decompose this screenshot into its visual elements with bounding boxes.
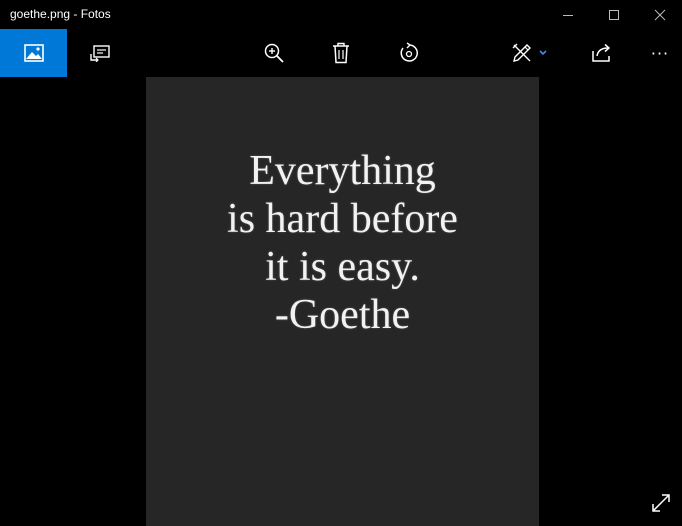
- image-icon: [23, 44, 44, 62]
- expand-icon: [652, 494, 670, 512]
- delete-button[interactable]: [319, 29, 363, 77]
- minimize-icon: [563, 14, 573, 16]
- close-icon: [654, 9, 666, 20]
- see-all-photos-button[interactable]: [0, 29, 67, 77]
- more-options-button[interactable]: ···: [638, 29, 682, 77]
- maximize-icon: [609, 9, 619, 20]
- title-bar[interactable]: goethe.png - Fotos: [0, 0, 682, 29]
- close-button[interactable]: [637, 0, 682, 29]
- quote-line: is hard before: [227, 196, 458, 242]
- share-icon: [592, 43, 611, 62]
- quote-line: Everything: [249, 148, 436, 194]
- quote-text: Everything is hard before it is easy. -G…: [146, 147, 539, 339]
- more-icon: ···: [650, 43, 670, 63]
- minimize-button[interactable]: [545, 0, 591, 29]
- edit-create-icon: [512, 43, 547, 62]
- photos-app-window: goethe.png - Fotos ··· Everything is har…: [0, 0, 682, 526]
- share-button[interactable]: [580, 29, 624, 77]
- photo-image: Everything is hard before it is easy. -G…: [146, 77, 539, 526]
- fullscreen-button[interactable]: [647, 489, 675, 517]
- maximize-button[interactable]: [591, 0, 637, 29]
- toolbar: ···: [0, 29, 682, 77]
- window-title: goethe.png - Fotos: [10, 7, 111, 21]
- quote-line: it is easy.: [265, 244, 420, 290]
- photo-viewer[interactable]: Everything is hard before it is easy. -G…: [0, 77, 682, 526]
- rotate-button[interactable]: [387, 29, 431, 77]
- zoom-button[interactable]: [252, 29, 296, 77]
- quote-author: -Goethe: [274, 292, 411, 338]
- rotate-icon: [400, 42, 418, 62]
- edit-create-button[interactable]: [503, 29, 559, 77]
- delete-icon: [333, 42, 349, 64]
- slideshow-button[interactable]: [67, 29, 133, 77]
- zoom-in-icon: [264, 43, 284, 63]
- slideshow-icon: [90, 45, 110, 62]
